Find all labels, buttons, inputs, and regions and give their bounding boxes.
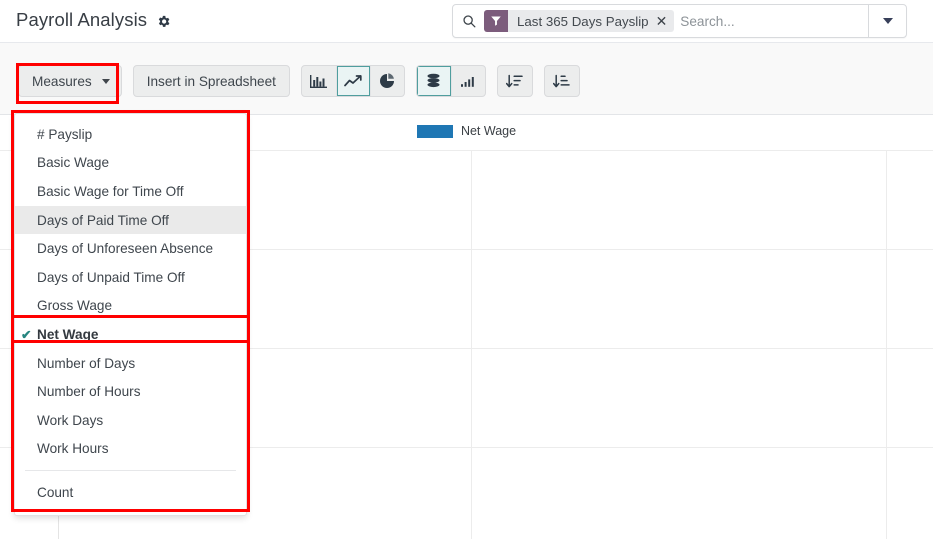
measures-button-label: Measures	[32, 74, 92, 89]
measure-item[interactable]: ✔Net Wage	[15, 320, 246, 349]
measure-item-label: Number of Days	[37, 356, 135, 371]
gridline-vertical	[886, 150, 887, 539]
line-chart-icon	[344, 74, 362, 89]
measure-item[interactable]: # Payslip	[15, 120, 246, 149]
measure-item-label: Basic Wage for Time Off	[37, 184, 184, 199]
menu-separator	[25, 470, 236, 471]
gridline-vertical	[471, 150, 472, 539]
measure-item-label: Days of Paid Time Off	[37, 213, 169, 228]
legend-swatch-net-wage	[417, 125, 453, 138]
measure-item[interactable]: Work Days	[15, 406, 246, 435]
measure-item[interactable]: Work Hours	[15, 435, 246, 464]
measure-item-label: Count	[37, 485, 73, 500]
measures-dropdown-menu: # Payslip Basic Wage Basic Wage for Time O…	[14, 113, 247, 516]
chevron-down-icon	[102, 79, 110, 84]
control-panel-header: Payroll Analysis Last 365 Days Pa	[0, 0, 933, 43]
measure-item[interactable]: Days of Paid Time Off	[15, 206, 246, 235]
line-chart-button[interactable]	[336, 66, 370, 96]
breadcrumb: Payroll Analysis	[16, 9, 171, 31]
search-facet-filter[interactable]: Last 365 Days Payslip ✕	[484, 10, 674, 32]
measure-item-label: Gross Wage	[37, 298, 112, 313]
search-view[interactable]: Last 365 Days Payslip ✕	[452, 4, 907, 38]
page-title: Payroll Analysis	[16, 9, 147, 31]
measures-button[interactable]: Measures	[18, 65, 122, 97]
search-facets-and-input: Last 365 Days Payslip ✕	[484, 5, 868, 37]
search-dropdown-toggle[interactable]	[868, 5, 906, 37]
pie-chart-icon	[379, 73, 395, 89]
measure-item-label: Number of Hours	[37, 384, 141, 399]
sort-descending-button[interactable]	[498, 66, 532, 96]
cumulative-button[interactable]	[451, 66, 485, 96]
sort-group-desc	[497, 65, 533, 97]
legend-label-net-wage: Net Wage	[461, 124, 516, 138]
search-input[interactable]	[680, 10, 864, 32]
measure-item-label: # Payslip	[37, 127, 92, 142]
bar-chart-button[interactable]	[302, 66, 336, 96]
search-facet-remove-icon[interactable]: ✕	[656, 14, 668, 28]
measure-item[interactable]: Gross Wage	[15, 292, 246, 321]
bar-chart-icon	[310, 74, 327, 89]
measure-item[interactable]: Number of Days	[15, 349, 246, 378]
chevron-down-icon	[883, 18, 893, 24]
measure-item[interactable]: Days of Unforeseen Absence	[15, 234, 246, 263]
measure-item[interactable]: Number of Hours	[15, 377, 246, 406]
search-facet-body: Last 365 Days Payslip ✕	[508, 10, 674, 32]
measure-item[interactable]: Basic Wage	[15, 149, 246, 178]
sort-ascending-button[interactable]	[545, 66, 579, 96]
chart-mode-group	[416, 65, 486, 97]
measure-item-label: Net Wage	[37, 327, 98, 342]
sort-amount-asc-icon	[553, 74, 570, 89]
measure-item-label: Days of Unforeseen Absence	[37, 241, 213, 256]
sort-group-asc	[544, 65, 580, 97]
stacked-layers-icon	[425, 73, 442, 89]
filter-icon	[484, 10, 508, 32]
measure-item[interactable]: Days of Unpaid Time Off	[15, 263, 246, 292]
sort-amount-desc-icon	[506, 74, 523, 89]
gear-icon[interactable]	[156, 14, 171, 29]
ascending-bars-icon	[460, 74, 477, 88]
search-icon	[453, 5, 484, 37]
measure-item[interactable]: Basic Wage for Time Off	[15, 177, 246, 206]
toolbar-buttons: Measures Insert in Spreadsheet	[18, 65, 580, 97]
chart-type-group	[301, 65, 405, 97]
search-facet-label: Last 365 Days Payslip	[517, 14, 649, 29]
pie-chart-button[interactable]	[370, 66, 404, 96]
measure-item-label: Work Days	[37, 413, 103, 428]
measure-item-label: Basic Wage	[37, 155, 109, 170]
control-panel-toolbar: Measures Insert in Spreadsheet	[0, 43, 933, 115]
insert-in-spreadsheet-button[interactable]: Insert in Spreadsheet	[133, 65, 290, 97]
check-icon: ✔	[21, 327, 37, 342]
measure-item-label: Work Hours	[37, 441, 109, 456]
stacked-button[interactable]	[417, 66, 451, 96]
measure-item-label: Days of Unpaid Time Off	[37, 270, 185, 285]
insert-in-spreadsheet-label: Insert in Spreadsheet	[147, 74, 276, 89]
measure-item[interactable]: Count	[15, 478, 246, 507]
